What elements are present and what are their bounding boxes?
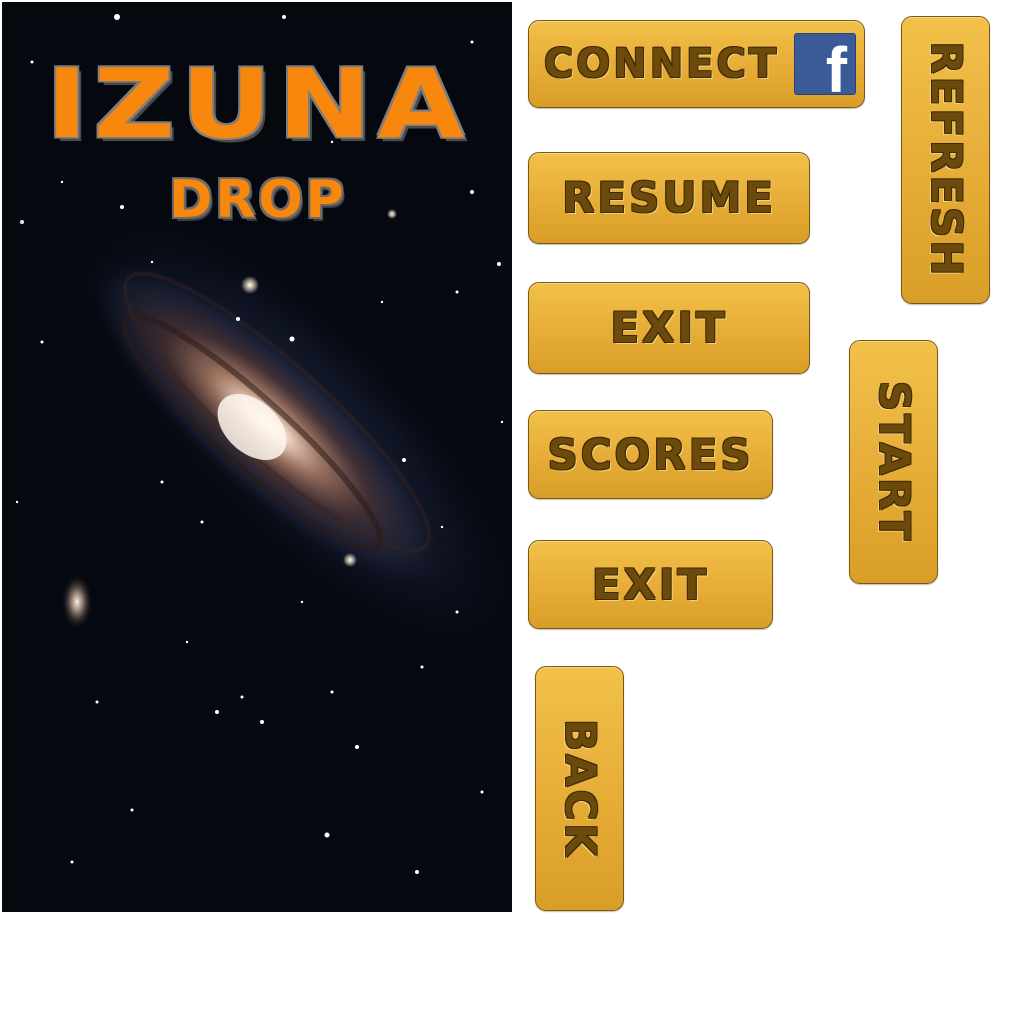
exit-label: EXIT — [610, 303, 728, 352]
facebook-icon: f — [794, 33, 856, 95]
facebook-glyph: f — [825, 34, 847, 95]
refresh-button[interactable]: REFRESH — [901, 16, 990, 304]
game-subtitle-logo: DROP — [169, 170, 347, 230]
back-label: BACK — [555, 718, 605, 859]
exit-button-small[interactable]: EXIT — [528, 540, 773, 629]
refresh-label: REFRESH — [921, 41, 971, 279]
start-label: START — [869, 380, 919, 544]
scores-label: SCORES — [547, 429, 754, 479]
exit-small-label: EXIT — [591, 559, 710, 609]
exit-button[interactable]: EXIT — [528, 282, 810, 374]
back-button[interactable]: BACK — [535, 666, 624, 911]
resume-label: RESUME — [562, 173, 776, 222]
splash-background: IZUNA DROP — [2, 2, 512, 912]
game-title-logo: IZUNA — [45, 49, 471, 160]
connect-facebook-button[interactable]: CONNECT f — [528, 20, 865, 108]
start-button[interactable]: START — [849, 340, 938, 584]
connect-label: CONNECT — [543, 41, 780, 87]
scores-button[interactable]: SCORES — [528, 410, 773, 499]
resume-button[interactable]: RESUME — [528, 152, 810, 244]
